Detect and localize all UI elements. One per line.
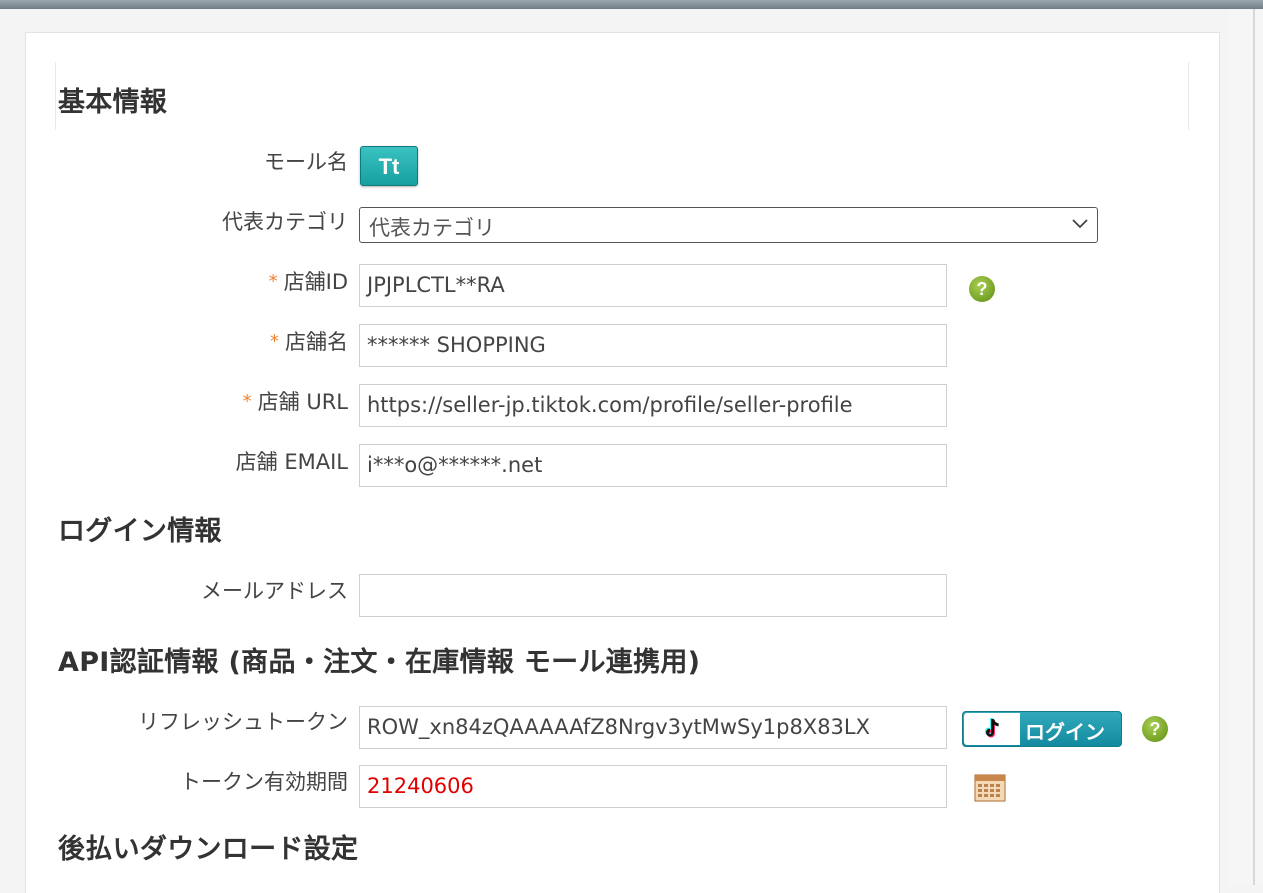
store-email-input[interactable]: i***o@******.net bbox=[359, 444, 947, 487]
scrollbar-line bbox=[1253, 9, 1255, 885]
section-title-basic: 基本情報 bbox=[58, 87, 168, 118]
category-select[interactable]: 代表カテゴリ bbox=[359, 207, 1098, 243]
help-icon[interactable]: ? bbox=[969, 276, 995, 302]
tiktok-logo-icon bbox=[964, 713, 1020, 745]
tiktok-mall-icon: Tt bbox=[360, 146, 418, 186]
login-email-input[interactable] bbox=[359, 574, 947, 617]
tiktok-login-button[interactable]: ログイン bbox=[962, 711, 1122, 747]
token-expiry-input[interactable]: 21240606 bbox=[359, 765, 947, 808]
tiktok-login-label: ログイン bbox=[1025, 720, 1105, 744]
store-id-input[interactable]: JPJPLCTL**RA bbox=[359, 264, 947, 307]
refresh-token-input[interactable]: ROW_xn84zQAAAAAfZ8Nrgv3ytMwSy1p8X83LX bbox=[359, 706, 947, 749]
chevron-down-icon bbox=[1072, 219, 1088, 229]
store-id-label: * 店舗ID bbox=[268, 270, 348, 294]
section-title-api: API認証情報 (商品・注文・在庫情報 モール連携用) bbox=[58, 647, 701, 678]
section-title-login: ログイン情報 bbox=[58, 516, 222, 547]
store-name-label: * 店舗名 bbox=[270, 330, 348, 354]
mall-name-label: モール名 bbox=[264, 150, 348, 174]
section-title-deferred: 後払いダウンロード設定 bbox=[58, 834, 359, 865]
token-expiry-label: トークン有効期間 bbox=[180, 770, 348, 794]
required-mark: * bbox=[270, 331, 279, 352]
basic-info-header bbox=[55, 62, 1189, 130]
login-email-label: メールアドレス bbox=[201, 579, 348, 603]
required-mark: * bbox=[242, 391, 252, 412]
required-mark: * bbox=[268, 271, 278, 292]
store-url-input[interactable]: https://seller-jp.tiktok.com/profile/sel… bbox=[359, 384, 947, 427]
help-icon[interactable]: ? bbox=[1142, 716, 1168, 742]
refresh-token-label: リフレッシュトークン bbox=[138, 710, 348, 734]
scrollbar-track[interactable] bbox=[1229, 9, 1263, 885]
category-selected-value: 代表カテゴリ bbox=[369, 216, 495, 240]
store-url-label: * 店舗 URL bbox=[242, 390, 348, 414]
store-name-input[interactable]: ****** SHOPPING bbox=[359, 324, 947, 367]
category-label: 代表カテゴリ bbox=[222, 210, 348, 234]
store-email-label: 店舗 EMAIL bbox=[235, 450, 348, 474]
calendar-icon[interactable] bbox=[974, 774, 1006, 802]
top-bar bbox=[0, 0, 1263, 9]
